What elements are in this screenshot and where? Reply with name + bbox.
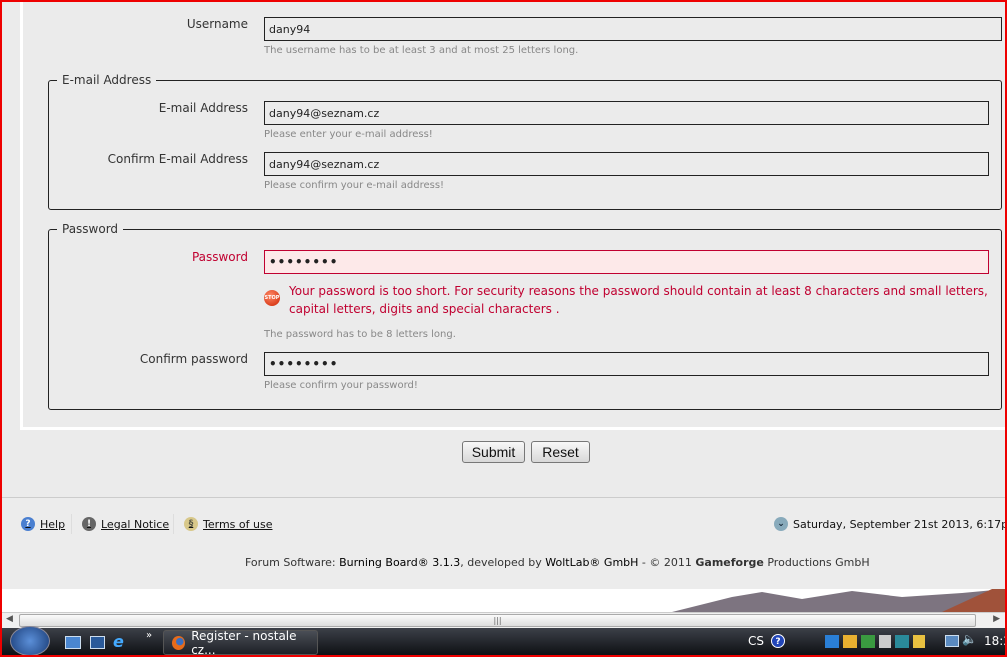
email-hint: Please enter your e-mail address! <box>264 129 433 140</box>
confirm-email-hint: Please confirm your e-mail address! <box>264 180 445 191</box>
password-hint: The password has to be 8 letters long. <box>264 329 456 340</box>
password-error: Your password is too short. For security… <box>289 284 988 316</box>
username-input[interactable] <box>264 17 1002 41</box>
legal-notice-label: Legal Notice <box>101 517 170 531</box>
email-legend: E-mail Address <box>62 73 152 87</box>
overflow-chevron-icon[interactable]: » <box>146 630 152 641</box>
start-button[interactable] <box>10 626 50 656</box>
network-icon[interactable] <box>945 635 959 647</box>
confirm-password-input[interactable]: •••••••• <box>264 352 989 376</box>
terms-label: Terms of use <box>203 517 273 531</box>
terms-link[interactable]: § Terms of use <box>184 517 272 531</box>
footer: ? Help ! Legal Notice § Terms of use ⌄ Satur… <box>2 497 1007 589</box>
email-input[interactable] <box>264 101 989 125</box>
scroll-thumb[interactable]: ||| <box>19 614 976 627</box>
reset-button[interactable]: Reset <box>531 441 590 463</box>
email-fieldset: E-mail Address <box>48 73 1002 210</box>
taskbar: e » Register - nostale cz... CS ? 🔈 18:2 <box>2 626 1007 657</box>
email-label: E-mail Address <box>158 101 248 115</box>
datetime-text: Saturday, September 21st 2013, 6:17pm <box>793 517 1007 531</box>
datetime: ⌄ Saturday, September 21st 2013, 6:17pm <box>774 517 1007 531</box>
mountain-image <box>672 589 1005 612</box>
show-desktop-icon[interactable] <box>65 636 81 649</box>
submit-button[interactable]: Submit <box>462 441 525 463</box>
username-label: Username <box>186 17 248 31</box>
clock[interactable]: 18:2 <box>984 634 1007 648</box>
password-label: Password <box>191 250 248 264</box>
horizontal-scrollbar[interactable]: ◀ ||| ▶ <box>2 612 1005 628</box>
window-title: Register - nostale cz... <box>191 628 297 657</box>
confirm-password-hint: Please confirm your password! <box>264 380 418 391</box>
help-label: Help <box>40 517 66 531</box>
credits: Forum Software: Burning Board® 3.1.3, de… <box>245 556 870 569</box>
confirm-email-input[interactable] <box>264 152 989 176</box>
paragraph-icon: § <box>184 517 198 531</box>
scroll-right-arrow[interactable]: ▶ <box>993 614 1000 624</box>
language-indicator[interactable]: CS <box>748 634 764 648</box>
switch-windows-icon[interactable] <box>90 636 105 649</box>
legal-notice-link[interactable]: ! Legal Notice <box>82 517 169 531</box>
mountain-banner <box>2 589 1005 612</box>
tray-icons[interactable] <box>825 635 925 648</box>
confirm-email-label: Confirm E-mail Address <box>107 152 248 166</box>
help-icon: ? <box>21 517 35 531</box>
confirm-password-label: Confirm password <box>139 352 248 366</box>
help-tray-icon[interactable]: ? <box>771 634 785 648</box>
clock-icon: ⌄ <box>774 517 788 531</box>
firefox-icon <box>172 635 186 650</box>
ie-icon[interactable]: e <box>113 632 124 651</box>
password-legend: Password <box>62 222 119 236</box>
scroll-left-arrow[interactable]: ◀ <box>6 614 13 624</box>
volume-icon[interactable]: 🔈 <box>962 632 977 646</box>
password-input[interactable]: •••••••• <box>264 250 989 274</box>
stop-icon: STOP <box>264 290 280 306</box>
taskbar-window-register[interactable]: Register - nostale cz... <box>163 628 318 657</box>
help-link[interactable]: ? Help <box>21 517 65 531</box>
username-hint: The username has to be at least 3 and at… <box>264 45 579 56</box>
exclamation-icon: ! <box>82 517 96 531</box>
